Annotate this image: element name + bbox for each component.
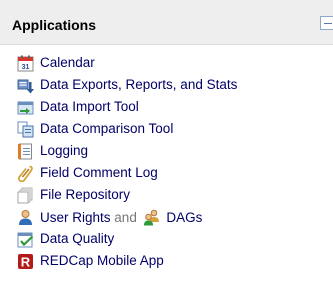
app-item-label: File Repository xyxy=(40,187,131,202)
data-import-icon xyxy=(17,101,34,115)
minus-box-icon[interactable] xyxy=(320,16,333,30)
app-item-data-quality[interactable]: Data Quality xyxy=(0,229,333,250)
app-item-field-comment-log[interactable]: Field Comment Log xyxy=(0,163,333,184)
app-item-user-rights[interactable]: User Rights and DAGs xyxy=(0,207,333,228)
file-repository-icon xyxy=(17,187,33,204)
app-item-label: Data Exports, Reports, and Stats xyxy=(40,77,238,92)
app-item-label: Data Quality xyxy=(40,231,115,246)
app-item-data-exports[interactable]: Data Exports, Reports, and Stats xyxy=(0,75,333,96)
data-quality-icon xyxy=(17,232,34,248)
app-item-calendar[interactable]: 31 Calendar xyxy=(0,53,333,74)
connector-text: and xyxy=(114,210,137,225)
calendar-icon: 31 xyxy=(17,55,34,72)
data-comparison-icon xyxy=(17,121,34,138)
group-icon xyxy=(143,209,159,226)
field-comment-icon xyxy=(17,165,33,182)
app-item-label: Data Import Tool xyxy=(40,99,139,114)
svg-text:31: 31 xyxy=(22,64,30,71)
app-item-label: Logging xyxy=(40,143,89,158)
data-export-icon xyxy=(17,79,34,94)
app-item-data-import[interactable]: Data Import Tool xyxy=(0,97,333,118)
svg-text:R: R xyxy=(21,255,31,270)
user-rights-link[interactable]: User Rights xyxy=(40,210,111,225)
app-item-logging[interactable]: Logging xyxy=(0,141,333,162)
app-item-mobile-app[interactable]: R REDCap Mobile App xyxy=(0,251,333,272)
panel-header: Applications xyxy=(0,0,333,45)
dags-link[interactable]: DAGs xyxy=(166,210,202,225)
mobile-app-icon: R xyxy=(18,254,33,270)
logging-icon xyxy=(18,143,32,160)
applications-panel: Applications 31 Calendar Data Exports, R… xyxy=(0,0,333,293)
app-item-label: Field Comment Log xyxy=(40,165,158,180)
app-item-label: REDCap Mobile App xyxy=(40,253,164,268)
app-item-data-comparison[interactable]: Data Comparison Tool xyxy=(0,119,333,140)
app-item-label: Calendar xyxy=(40,55,95,70)
dag-icon-wrap xyxy=(143,209,160,226)
app-item-label: Data Comparison Tool xyxy=(40,121,174,136)
panel-title: Applications xyxy=(12,17,97,33)
user-icon xyxy=(19,210,32,225)
app-item-label-group: User Rights and DAGs xyxy=(40,209,202,226)
app-item-file-repository[interactable]: File Repository xyxy=(0,185,333,206)
